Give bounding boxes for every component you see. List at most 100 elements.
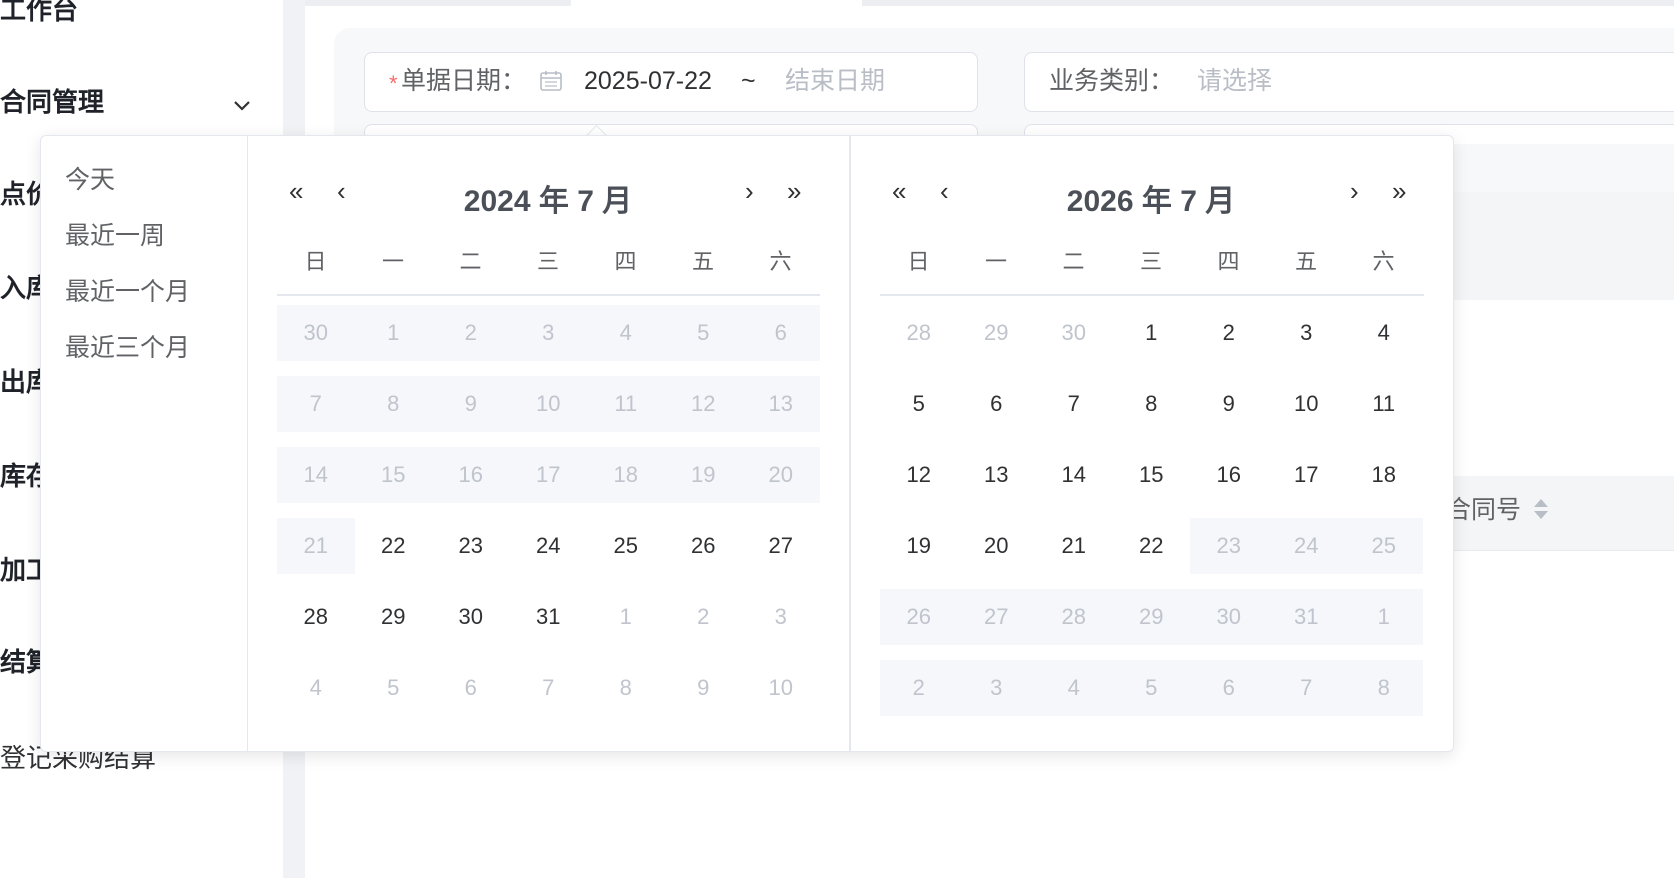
day-cell[interactable]: 1 [587,589,665,645]
day-cell[interactable]: 28 [880,305,958,361]
day-cell[interactable]: 5 [880,376,958,432]
shortcut-last-week[interactable]: 最近一周 [65,216,165,252]
shortcut-last-month[interactable]: 最近一个月 [65,272,190,308]
day-cell[interactable]: 21 [1035,518,1113,574]
day-cell: 4 [1035,660,1113,716]
day-cell[interactable]: 11 [1345,376,1423,432]
start-date-input[interactable]: 2025-07-22 [584,53,712,110]
weekday-header: 三 [536,249,559,274]
day-cell[interactable]: 25 [587,518,665,574]
day-cell: 28 [1035,589,1113,645]
panel-divider [849,136,851,751]
next-year-button[interactable]: » [787,176,801,207]
weekday-header: 五 [1294,249,1317,274]
day-cell[interactable]: 17 [1268,447,1346,503]
weekday-header: 日 [304,249,327,274]
day-cell[interactable]: 7 [510,660,588,716]
day-cell[interactable]: 22 [355,518,433,574]
date-label: 单据日期： [401,67,527,95]
day-cell[interactable]: 2 [665,589,743,645]
day-cell[interactable]: 16 [1190,447,1268,503]
day-cell[interactable]: 30 [432,589,510,645]
day-cell[interactable]: 23 [432,518,510,574]
day-cell[interactable]: 22 [1113,518,1191,574]
weekday-divider [277,294,820,296]
day-cell: 5 [1112,660,1190,716]
day-cell[interactable]: 8 [587,660,665,716]
day-cell[interactable]: 13 [958,447,1036,503]
date-range-field[interactable]: * 单据日期： 2025-07-22 ~ 结束日期 [364,52,978,112]
next-month-button[interactable]: › [1350,176,1359,207]
day-cell[interactable]: 8 [1113,376,1191,432]
day-cell: 12 [664,376,742,432]
day-cell: 29 [1112,589,1190,645]
business-type-select[interactable]: 业务类别： 请选择 [1024,52,1674,112]
day-cell[interactable]: 24 [510,518,588,574]
day-cell[interactable]: 6 [958,376,1036,432]
day-cell[interactable]: 31 [510,589,588,645]
sidebar-item-contract[interactable]: 合同管理 [0,86,104,118]
day-cell: 26 [880,589,958,645]
day-cell[interactable]: 26 [665,518,743,574]
day-cell[interactable]: 29 [355,589,433,645]
shortcut-last-three-months[interactable]: 最近三个月 [65,328,190,364]
prev-year-button[interactable]: « [892,176,906,207]
prev-month-button[interactable]: ‹ [337,176,346,207]
day-cell[interactable]: 4 [1345,305,1423,361]
sidebar-item-workbench[interactable]: 工作台 [0,0,78,26]
next-month-button[interactable]: › [745,176,754,207]
day-cell: 10 [509,376,587,432]
day-cell: 4 [587,305,665,361]
shortcut-sidebar: 今天 最近一周 最近一个月 最近三个月 [41,136,248,751]
day-cell[interactable]: 6 [432,660,510,716]
day-cell[interactable]: 12 [880,447,958,503]
chevron-down-icon[interactable] [232,96,252,116]
day-cell: 6 [1190,660,1268,716]
day-cell: 17 [509,447,587,503]
day-cell: 20 [742,447,820,503]
day-cell: 11 [587,376,665,432]
day-cell[interactable]: 3 [1268,305,1346,361]
day-cell[interactable]: 10 [1268,376,1346,432]
day-cell: 2 [880,660,958,716]
left-month-title[interactable]: 2024 年 7 月 [397,176,699,220]
day-cell[interactable]: 29 [958,305,1036,361]
weekday-header: 四 [1217,249,1240,274]
day-cell[interactable]: 18 [1345,447,1423,503]
day-cell[interactable]: 2 [1190,305,1268,361]
day-cell[interactable]: 9 [665,660,743,716]
day-cell[interactable]: 14 [1035,447,1113,503]
day-cell[interactable]: 15 [1113,447,1191,503]
day-cell[interactable]: 7 [1035,376,1113,432]
day-cell[interactable]: 9 [1190,376,1268,432]
weekday-header: 一 [381,249,404,274]
day-cell: 16 [432,447,510,503]
sort-icon[interactable] [1532,497,1550,521]
weekday-divider [880,294,1424,296]
day-cell[interactable]: 30 [1035,305,1113,361]
day-cell: 30 [277,305,355,361]
day-cell[interactable]: 19 [880,518,958,574]
prev-year-button[interactable]: « [289,176,303,207]
day-cell: 15 [354,447,432,503]
shortcut-today[interactable]: 今天 [65,160,115,196]
day-cell[interactable]: 20 [958,518,1036,574]
day-cell[interactable]: 3 [742,589,820,645]
day-cell[interactable]: 10 [742,660,820,716]
weekday-header: 五 [691,249,714,274]
next-year-button[interactable]: » [1392,176,1406,207]
weekday-header: 六 [1372,249,1395,274]
tab-strip [305,0,1674,6]
day-cell[interactable]: 28 [277,589,355,645]
right-month-title[interactable]: 2026 年 7 月 [1000,176,1302,220]
day-cell[interactable]: 27 [742,518,820,574]
end-date-input[interactable]: 结束日期 [785,53,885,110]
day-cell[interactable]: 1 [1113,305,1191,361]
day-cell: 31 [1267,589,1345,645]
prev-month-button[interactable]: ‹ [940,176,949,207]
date-range-picker: 今天 最近一周 最近一个月 最近三个月 « ‹ 2024 年 7 月 › » 日… [40,135,1454,752]
weekday-header: 二 [1062,249,1085,274]
day-cell[interactable]: 4 [277,660,355,716]
day-cell[interactable]: 5 [355,660,433,716]
contract-no-header[interactable]: 合同号 [1446,490,1521,526]
